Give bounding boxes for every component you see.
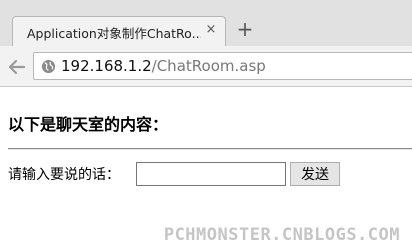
browser-tab[interactable]: Application对象制作ChatRo... × xyxy=(12,16,226,46)
back-button[interactable] xyxy=(4,55,30,79)
url-host: 192.168.1.2 xyxy=(61,57,152,75)
page-content: 以下是聊天室的内容： 请输入要说的话： 发送 PCHMONSTER.CNBLOG… xyxy=(0,87,412,251)
new-tab-button[interactable]: + xyxy=(234,18,256,40)
page-heading: 以下是聊天室的内容： xyxy=(8,115,169,134)
message-label: 请输入要说的话： xyxy=(8,167,120,183)
address-bar[interactable]: 192.168.1.2/ChatRoom.asp xyxy=(33,52,412,80)
browser-toolbar: 192.168.1.2/ChatRoom.asp xyxy=(0,46,412,87)
send-button[interactable]: 发送 xyxy=(290,162,340,186)
back-arrow-icon xyxy=(8,59,26,75)
browser-tab-strip: Application对象制作ChatRo... × + xyxy=(0,0,412,46)
tab-close-icon[interactable]: × xyxy=(203,22,219,38)
url-path: /ChatRoom.asp xyxy=(151,57,266,75)
watermark: PCHMONSTER.CNBLOGS.COM xyxy=(163,225,400,245)
horizontal-rule xyxy=(8,148,412,150)
message-input[interactable] xyxy=(136,162,286,186)
url-text: 192.168.1.2/ChatRoom.asp xyxy=(61,57,266,75)
tab-title: Application对象制作ChatRo... xyxy=(27,26,201,41)
globe-icon xyxy=(41,59,56,74)
